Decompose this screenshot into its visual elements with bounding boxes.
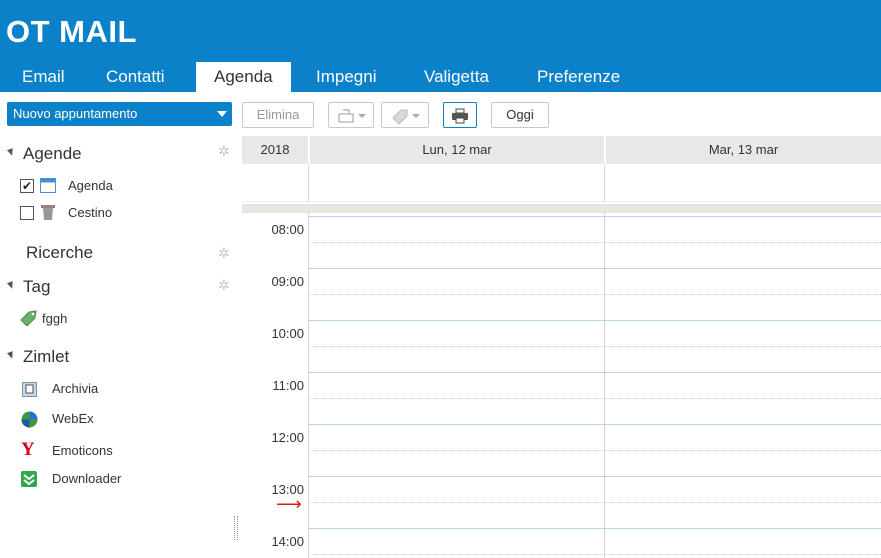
section-ricerche[interactable]: Ricerche [26,243,93,263]
half-hour-line [308,398,881,399]
new-appointment-label: Nuovo appuntamento [13,106,138,121]
today-button[interactable]: Oggi [491,102,549,128]
toolbar: Nuovo appuntamento Elimina Oggi [0,92,881,136]
chevron-down-icon [411,113,420,118]
half-hour-line [308,502,881,503]
section-tag-label: Tag [23,277,51,296]
sidebar-item-label: fggh [42,311,68,326]
column-divider [308,213,309,558]
collapse-triangle-icon[interactable] [6,281,16,290]
move-icon [337,108,354,123]
half-hour-line [308,294,881,295]
half-hour-line [308,346,881,347]
sidebar-item-label: Cestino [68,205,113,220]
hour-label: 08:00 [271,222,304,237]
calendar-view: 2018 Lun, 12 mar Mar, 13 mar 08:00 09:00… [242,136,881,558]
day-header-monday[interactable]: Lun, 12 mar [310,136,604,164]
hour-line [308,216,881,217]
trash-icon [41,205,55,220]
collapse-triangle-icon[interactable] [6,148,16,157]
section-agende-label: Agende [23,144,82,163]
column-divider [308,164,309,202]
move-button[interactable] [328,102,374,128]
sidebar-item-label: Emoticons [52,443,113,458]
tag-icon [20,310,37,326]
collapse-triangle-icon[interactable] [6,351,16,360]
download-icon [21,471,37,487]
hour-line [308,424,881,425]
section-zimlet[interactable]: Zimlet [6,347,70,367]
scroll-top-band [242,204,881,213]
printer-icon [452,108,468,124]
hour-line [308,528,881,529]
app-logo: OT MAIL [6,14,137,49]
gear-icon[interactable]: ✲ [218,144,232,158]
time-grid[interactable]: 08:00 09:00 10:00 11:00 12:00 13:00 14:0… [242,213,881,558]
sidebar-item-label: Archivia [52,381,99,396]
print-button[interactable] [443,102,477,128]
sidebar-item-label: WebEx [52,411,94,426]
app-header: OT MAIL Email Contatti Agenda Impegni Va… [0,0,881,92]
tag-icon [391,109,407,125]
webex-icon [21,411,38,428]
tab-preferenze[interactable]: Preferenze [537,64,620,92]
hour-label: 09:00 [271,274,304,289]
calendar-header: 2018 Lun, 12 mar Mar, 13 mar [242,136,881,164]
section-agende[interactable]: Agende [6,144,82,164]
hour-line [308,268,881,269]
cestino-checkbox[interactable] [20,206,34,220]
gear-icon[interactable]: ✲ [218,246,232,260]
delete-button[interactable]: Elimina [242,102,314,128]
sidebar-item-label: Downloader [52,471,122,486]
tab-valigetta[interactable]: Valigetta [424,64,489,92]
current-time-arrow-icon: ⟶ [276,494,302,514]
agenda-checkbox[interactable]: ✔ [20,179,34,193]
hour-line [308,320,881,321]
sidebar-item-label: Agenda [68,178,113,193]
archive-icon [22,382,37,397]
column-divider [604,164,605,202]
tab-email[interactable]: Email [22,64,65,92]
sidebar: Agende ✲ ✔ Agenda Cestino Ricerche ✲ Tag… [0,136,236,558]
chevron-down-icon[interactable] [217,111,227,117]
yahoo-icon: Y [21,439,35,460]
new-appointment-button[interactable]: Nuovo appuntamento [7,102,232,126]
half-hour-line [308,242,881,243]
tab-impegni[interactable]: Impegni [316,64,376,92]
calendar-icon [40,178,56,193]
all-day-row[interactable] [242,164,881,202]
chevron-down-icon [357,113,366,118]
hour-label: 10:00 [271,326,304,341]
hour-line [308,372,881,373]
tag-button[interactable] [381,102,429,128]
half-hour-line [308,450,881,451]
gear-icon[interactable]: ✲ [218,278,232,292]
year-label: 2018 [260,142,290,157]
column-divider [604,213,605,558]
section-zimlet-label: Zimlet [23,347,70,366]
day-header-tuesday[interactable]: Mar, 13 mar [606,136,881,164]
main-tabs: Email Contatti Agenda Impegni Valigetta … [0,62,881,92]
tab-agenda[interactable]: Agenda [196,62,291,92]
hour-label: 12:00 [271,430,304,445]
sidebar-resize-handle[interactable] [234,516,238,540]
tab-contatti[interactable]: Contatti [106,64,165,92]
hour-label: 11:00 [272,378,304,393]
half-hour-line [308,554,881,555]
hour-line [308,476,881,477]
hour-label: 14:00 [271,534,304,549]
section-tag[interactable]: Tag [6,277,51,297]
